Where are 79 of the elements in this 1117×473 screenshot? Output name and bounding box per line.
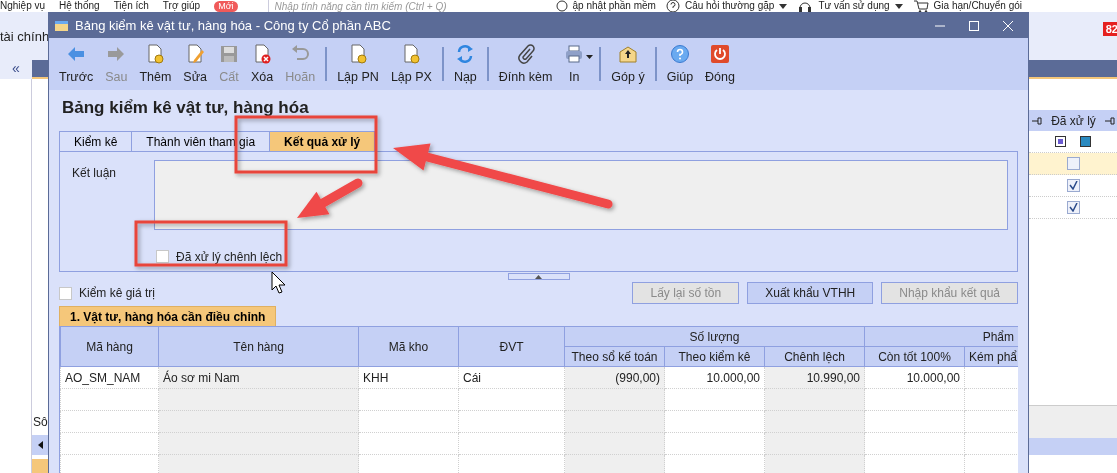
checkbox[interactable] [59,286,72,300]
help-icon [665,0,680,13]
collapse-button[interactable]: « [0,60,32,79]
column-header[interactable]: Mã kho [358,326,459,367]
document-icon [401,44,422,64]
checkbox[interactable] [1066,201,1080,214]
pin-icon [1032,116,1042,125]
annotation-arrow [297,178,363,218]
paperclip-icon [515,44,536,64]
toolbar-button[interactable]: Lập PX [384,41,438,87]
form-heading: Bảng kiểm kê vật tư, hàng hóa [62,98,310,119]
toolbar-button[interactable]: Đóng [699,41,741,87]
tab-strip [32,459,48,473]
toolbar-button[interactable]: Trước [53,41,100,87]
power-icon [710,44,731,64]
action-button[interactable]: Xuất khẩu VTHH [747,282,874,304]
table-cell: Áo sơ mi Nam [158,366,359,389]
menu-item[interactable]: Nghiệp vụ [0,0,46,12]
toolbar-button[interactable]: Đính kèm [492,41,559,87]
table-cell: AO_SM_NAM [60,366,159,389]
toolbar-link[interactable]: ập nhật phần mềm [572,0,656,12]
delete-icon [252,44,273,64]
tab[interactable]: Kiểm kê [59,131,133,151]
close-icon[interactable] [1002,19,1014,32]
toolbar-button[interactable]: Góp ý [605,41,651,87]
help-icon [669,44,690,64]
toolbar-button[interactable]: Xóa [245,41,280,87]
toolbar-link[interactable]: Câu hỏi thường gặp [684,0,775,12]
new-badge: Mới [214,0,238,12]
menu-item[interactable]: Trợ giúp [162,0,201,12]
toolbar-button[interactable]: Sửa [177,41,214,87]
caret-icon[interactable] [779,3,788,9]
filter-icon [1080,136,1091,147]
column-header[interactable]: ĐVT [458,326,565,367]
menu-item[interactable]: Tiện ích [113,0,149,12]
grid-tab[interactable]: 1. Vật tư, hàng hóa cần điều chỉnh [59,306,277,326]
column-header[interactable]: Tên hàng [158,326,359,367]
side-label: Sô [32,415,48,431]
column-header[interactable]: Mã hàng [60,326,159,367]
field-label: Kết luận [72,165,118,182]
splitter-handle[interactable] [507,273,570,280]
group-header: Số lượng [564,326,865,347]
scroll-left-button[interactable] [32,435,48,455]
notification-badge: 82 [1102,22,1117,36]
document-icon [348,44,368,64]
group-header: Phẩm [864,326,1018,347]
toolbar-button[interactable]: Giúp [660,41,700,87]
window-title: Bảng kiểm kê vật tư, hàng hóa - Công ty Cổ phần ABC [75,18,392,33]
filter-icon [1055,136,1066,147]
conclusion-field[interactable] [154,160,1008,230]
tab[interactable]: Kết quả xử lý [269,131,376,151]
toolbar-link[interactable]: Gia hạn/Chuyển gói [933,0,1022,12]
document-icon [145,44,166,64]
toolbar-button[interactable]: Lập PN [331,41,385,87]
envelope-icon [618,44,638,64]
menu-item[interactable]: Hệ thống [59,0,100,12]
tab[interactable]: Thành viên tham gia [131,131,271,151]
printer-icon [564,44,585,64]
headset-icon [797,0,814,12]
checkbox-label: Kiểm kê giá trị [79,286,156,300]
window-icon [55,19,69,32]
checkbox[interactable] [156,250,169,263]
triangle-left-icon [37,441,43,449]
cursor-icon [271,271,286,294]
pin-icon [1105,116,1115,125]
toolbar-button[interactable]: Nạp [447,41,483,87]
cart-icon [912,0,929,13]
checkbox[interactable] [1066,179,1080,192]
maximize-icon[interactable] [968,19,980,32]
caret-icon[interactable] [894,3,903,9]
module-label[interactable]: tài chính [0,28,50,44]
toolbar-link[interactable]: Tư vấn sử dụng [818,0,890,12]
toolbar-button[interactable]: In [558,41,591,87]
checkbox-label: Đã xử lý chênh lệch [176,249,283,264]
edit-icon [185,44,206,64]
save-icon [219,44,240,64]
arrow-right-icon [106,44,127,64]
checkbox[interactable] [1066,157,1080,170]
toolbar-button[interactable]: Thêm [133,41,178,87]
